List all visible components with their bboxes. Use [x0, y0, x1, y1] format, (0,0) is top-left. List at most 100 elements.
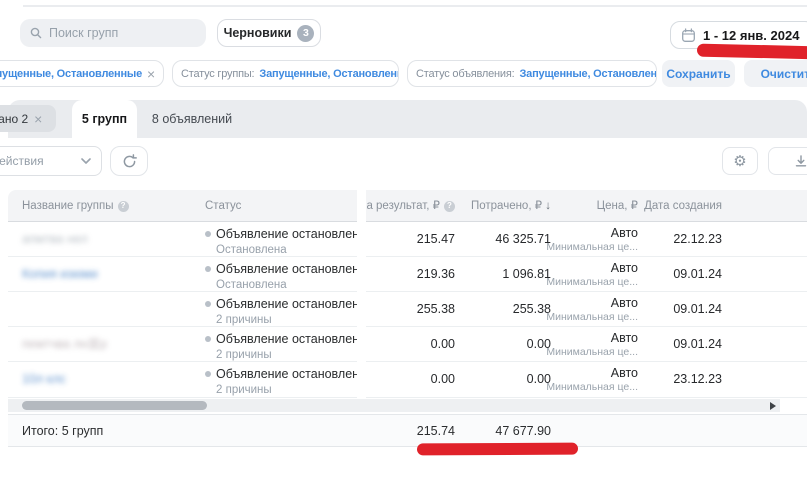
red-marker-annotation-date	[697, 44, 807, 60]
price-mode: Авто	[546, 331, 638, 346]
horizontal-scrollbar[interactable]	[8, 399, 780, 412]
download-icon	[794, 154, 807, 168]
column-header-price[interactable]: Цена, ₽	[597, 190, 638, 222]
drafts-count-badge: 3	[297, 25, 314, 42]
column-header-cost-per-result[interactable]: Цена за результат, ₽?	[366, 190, 455, 222]
filter-value: Запущенные, Остановленные	[519, 68, 657, 80]
cost-per-result-value: 255.38	[417, 292, 455, 327]
table-row[interactable]: пемтчва лн並р Объявление остановлено2 при…	[8, 327, 357, 362]
status-bullet-icon	[205, 336, 211, 342]
status-text: Объявление остановлено	[205, 332, 357, 346]
drafts-label: Черновики	[224, 26, 292, 40]
column-header-created[interactable]: Дата создания	[644, 190, 722, 222]
filter-value: Запущенные, Остановленные	[0, 68, 142, 80]
totals-cost-per-result: 215.74	[417, 415, 455, 447]
frozen-column-divider	[357, 190, 366, 398]
status-subtext: 2 причины	[216, 384, 357, 396]
calendar-icon	[681, 28, 696, 43]
created-date: 09.01.24	[673, 327, 722, 362]
price-strategy: Минимальная це...	[546, 381, 638, 393]
column-header-status[interactable]: Статус	[205, 190, 241, 222]
refresh-icon	[122, 154, 137, 169]
price-strategy: Минимальная це...	[546, 241, 638, 253]
selected-items-chip[interactable]: Выбрано 2 ×	[0, 105, 56, 132]
tab-ads[interactable]: 8 объявлений	[137, 100, 247, 138]
red-marker-annotation-totals	[417, 443, 578, 456]
totals-row: Итого: 5 групп 215.74 47 677.90	[8, 414, 807, 447]
settings-button[interactable]: ⚙	[722, 147, 758, 175]
table-row[interactable]: Копия изюми Объявление остановлено Остано…	[8, 257, 357, 292]
help-icon[interactable]: ?	[444, 201, 455, 212]
table-row[interactable]: Объявление остановлено2 причины	[8, 292, 357, 327]
cost-per-result-value: 0.00	[431, 327, 455, 362]
selected-count-label: Выбрано 2	[0, 112, 28, 126]
created-date: 23.12.23	[673, 362, 722, 397]
table-row-values: 219.36 1 096.81 АвтоМинимальная це... 09…	[366, 257, 807, 292]
group-name-link[interactable]: 10л клс	[22, 362, 66, 397]
clear-selection-icon[interactable]: ×	[34, 112, 42, 126]
price-strategy: Минимальная це...	[546, 276, 638, 288]
status-subtext: Остановлена	[216, 244, 357, 256]
cost-per-result-value: 219.36	[417, 257, 455, 292]
clear-filters-button[interactable]: Очистить	[744, 60, 807, 87]
cost-per-result-value: 0.00	[431, 362, 455, 397]
status-subtext: 2 причины	[216, 349, 357, 361]
search-field[interactable]	[49, 26, 179, 40]
spent-value: 255.38	[513, 292, 551, 327]
status-text: Объявление остановлено	[205, 262, 357, 276]
save-filters-button[interactable]: Сохранить	[662, 60, 735, 87]
price-strategy: Минимальная це...	[546, 311, 638, 323]
filter-chip-group-status[interactable]: Статус группы: Запущенные, Остановленные…	[172, 60, 399, 87]
status-bullet-icon	[205, 231, 211, 237]
price-mode: Авто	[546, 366, 638, 381]
table-row[interactable]: 10л клс Объявление остановлено 2 причины	[8, 362, 357, 397]
filter-value: Запущенные, Остановленные	[259, 68, 399, 80]
refresh-button[interactable]	[110, 146, 148, 176]
totals-label: Итого: 5 групп	[22, 415, 103, 447]
divider	[23, 5, 807, 7]
created-date: 09.01.24	[673, 292, 722, 327]
group-name-redacted: апмтва нел	[22, 222, 88, 257]
status-bullet-icon	[205, 301, 211, 307]
help-icon[interactable]: ?	[118, 201, 129, 212]
filter-chip-ad-status[interactable]: Статус объявления: Запущенные, Остановле…	[407, 60, 657, 87]
status-text: Объявление остановлено	[205, 367, 357, 381]
scrollbar-thumb[interactable]	[22, 401, 207, 410]
price-mode: Авто	[546, 296, 638, 311]
spent-value: 1 096.81	[502, 257, 551, 292]
table-row-values: 0.00 0.00 АвтоМинимальная це... 09.01.24	[366, 327, 807, 362]
remove-filter-icon[interactable]: ×	[147, 67, 155, 81]
search-input[interactable]	[20, 19, 206, 47]
status-bullet-icon	[205, 266, 211, 272]
app-screen: Черновики 3 1 - 12 янв. 2024 Запущенные,…	[0, 0, 807, 487]
chevron-down-icon	[81, 158, 91, 164]
sort-desc-icon[interactable]: ↓	[545, 200, 551, 212]
drafts-button[interactable]: Черновики 3	[217, 19, 321, 47]
table-scroll-area: Цена за результат, ₽? Потрачено, ₽ ↓ Цен…	[366, 190, 807, 398]
gear-icon: ⚙	[733, 152, 746, 170]
group-name-link[interactable]: Копия изюми	[22, 257, 98, 292]
price-mode: Авто	[546, 226, 638, 241]
filter-label: Статус объявления:	[416, 68, 514, 80]
search-icon	[30, 27, 42, 39]
table-row-values: 255.38 255.38 АвтоМинимальная це... 09.0…	[366, 292, 807, 327]
table-row-values: 0.00 0.00 АвтоМинимальная це... 23.12.23	[366, 362, 807, 397]
cost-per-result-value: 215.47	[417, 222, 455, 257]
price-mode: Авто	[546, 261, 638, 276]
filter-chip-campaign-status[interactable]: Запущенные, Остановленные ×	[0, 60, 164, 87]
spent-value: 46 325.71	[495, 222, 551, 257]
tab-groups[interactable]: 5 групп	[72, 100, 137, 138]
status-subtext: Остановлена	[216, 279, 357, 291]
actions-label: Действия	[0, 154, 44, 168]
column-header-name[interactable]: Название группы?	[22, 190, 129, 222]
column-header-spent[interactable]: Потрачено, ₽ ↓	[471, 190, 551, 222]
actions-dropdown[interactable]: Действия	[0, 146, 102, 176]
price-strategy: Минимальная це...	[546, 346, 638, 358]
filter-label: Статус группы:	[181, 68, 254, 80]
export-button[interactable]	[768, 147, 807, 175]
status-bullet-icon	[205, 371, 211, 377]
scroll-right-icon[interactable]	[770, 402, 776, 410]
status-text: Объявление остановлено	[205, 227, 357, 241]
table-row[interactable]: апмтва нел Объявление остановлено Останов…	[8, 222, 357, 257]
created-date: 09.01.24	[673, 257, 722, 292]
